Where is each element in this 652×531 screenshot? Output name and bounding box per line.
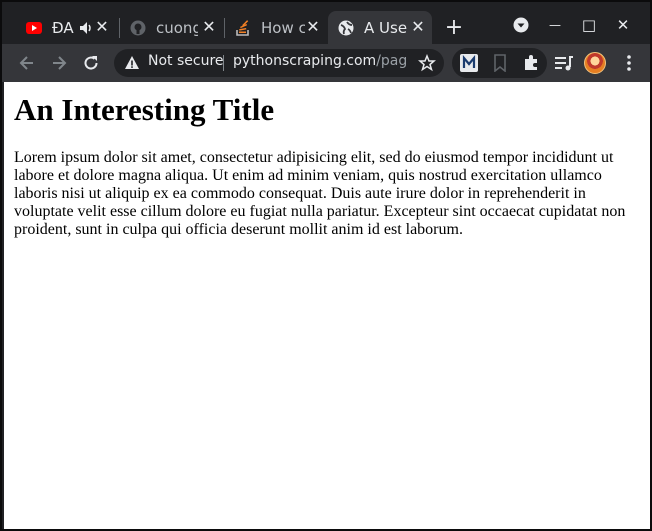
- bookmark-extension-icon[interactable]: [489, 52, 511, 74]
- profile-avatar[interactable]: [584, 52, 606, 74]
- chevron-down-icon: [513, 17, 529, 33]
- url-path: /pag...: [376, 53, 408, 69]
- tab-search-button[interactable]: [504, 14, 538, 36]
- close-tab-icon[interactable]: ✕: [305, 19, 321, 35]
- warning-icon[interactable]: [124, 55, 140, 71]
- maximize-button[interactable]: □: [572, 14, 606, 36]
- extensions-group: [452, 48, 547, 78]
- browser-window: ĐA ✕ cuong ✕ How c ✕ A Use ✕ + — □ ✕ Not…: [0, 0, 652, 531]
- toolbar: Not secure pythonscraping.com/pag...: [2, 44, 650, 82]
- menu-kebab-icon[interactable]: [618, 52, 640, 74]
- tab-title: How c: [261, 18, 305, 37]
- new-tab-button[interactable]: +: [443, 17, 465, 39]
- arrow-right-icon: [53, 56, 67, 70]
- close-tab-icon[interactable]: ✕: [410, 19, 426, 35]
- security-label[interactable]: Not secure: [148, 53, 224, 69]
- page-heading: An Interesting Title: [14, 92, 275, 127]
- tab-title: ĐA: [52, 18, 74, 37]
- close-tab-icon[interactable]: ✕: [94, 19, 110, 35]
- address-bar[interactable]: Not secure pythonscraping.com/pag...: [114, 49, 444, 77]
- tab-stackoverflow[interactable]: How c ✕: [225, 11, 327, 44]
- reload-icon: [84, 56, 98, 70]
- reload-button[interactable]: [80, 52, 102, 74]
- arrow-left-icon: [19, 56, 33, 70]
- media-queue-icon[interactable]: [553, 52, 575, 74]
- tab-strip: ĐA ✕ cuong ✕ How c ✕ A Use ✕ + — □ ✕: [2, 2, 650, 44]
- extensions-puzzle-icon[interactable]: [520, 52, 542, 74]
- tab-github[interactable]: cuong ✕: [120, 11, 223, 44]
- window-controls: — □ ✕: [504, 14, 640, 36]
- bookmark-star-icon[interactable]: [418, 53, 436, 72]
- url-domain: pythonscraping.com: [233, 53, 377, 69]
- speaker-icon[interactable]: [80, 21, 94, 34]
- page-paragraph: Lorem ipsum dolor sit amet, consectetur …: [14, 149, 626, 238]
- tab-active[interactable]: A Use ✕: [328, 11, 432, 44]
- youtube-icon: [26, 20, 42, 36]
- back-button[interactable]: [16, 52, 38, 74]
- close-window-button[interactable]: ✕: [606, 14, 640, 36]
- stackoverflow-icon: [235, 19, 251, 36]
- github-icon: [130, 20, 146, 36]
- close-tab-icon[interactable]: ✕: [201, 19, 217, 35]
- extension-m-icon[interactable]: [458, 52, 480, 74]
- tab-title: cuong: [156, 18, 198, 37]
- globe-icon: [338, 20, 354, 36]
- tab-title: A Use: [364, 18, 408, 37]
- forward-button[interactable]: [48, 52, 70, 74]
- page-content: An Interesting Title Lorem ipsum dolor s…: [4, 82, 650, 529]
- omnibox-divider: [223, 55, 224, 71]
- url-text[interactable]: pythonscraping.com/pag...: [233, 53, 408, 69]
- tab-youtube[interactable]: ĐA ✕: [16, 11, 116, 44]
- minimize-button[interactable]: —: [538, 14, 572, 36]
